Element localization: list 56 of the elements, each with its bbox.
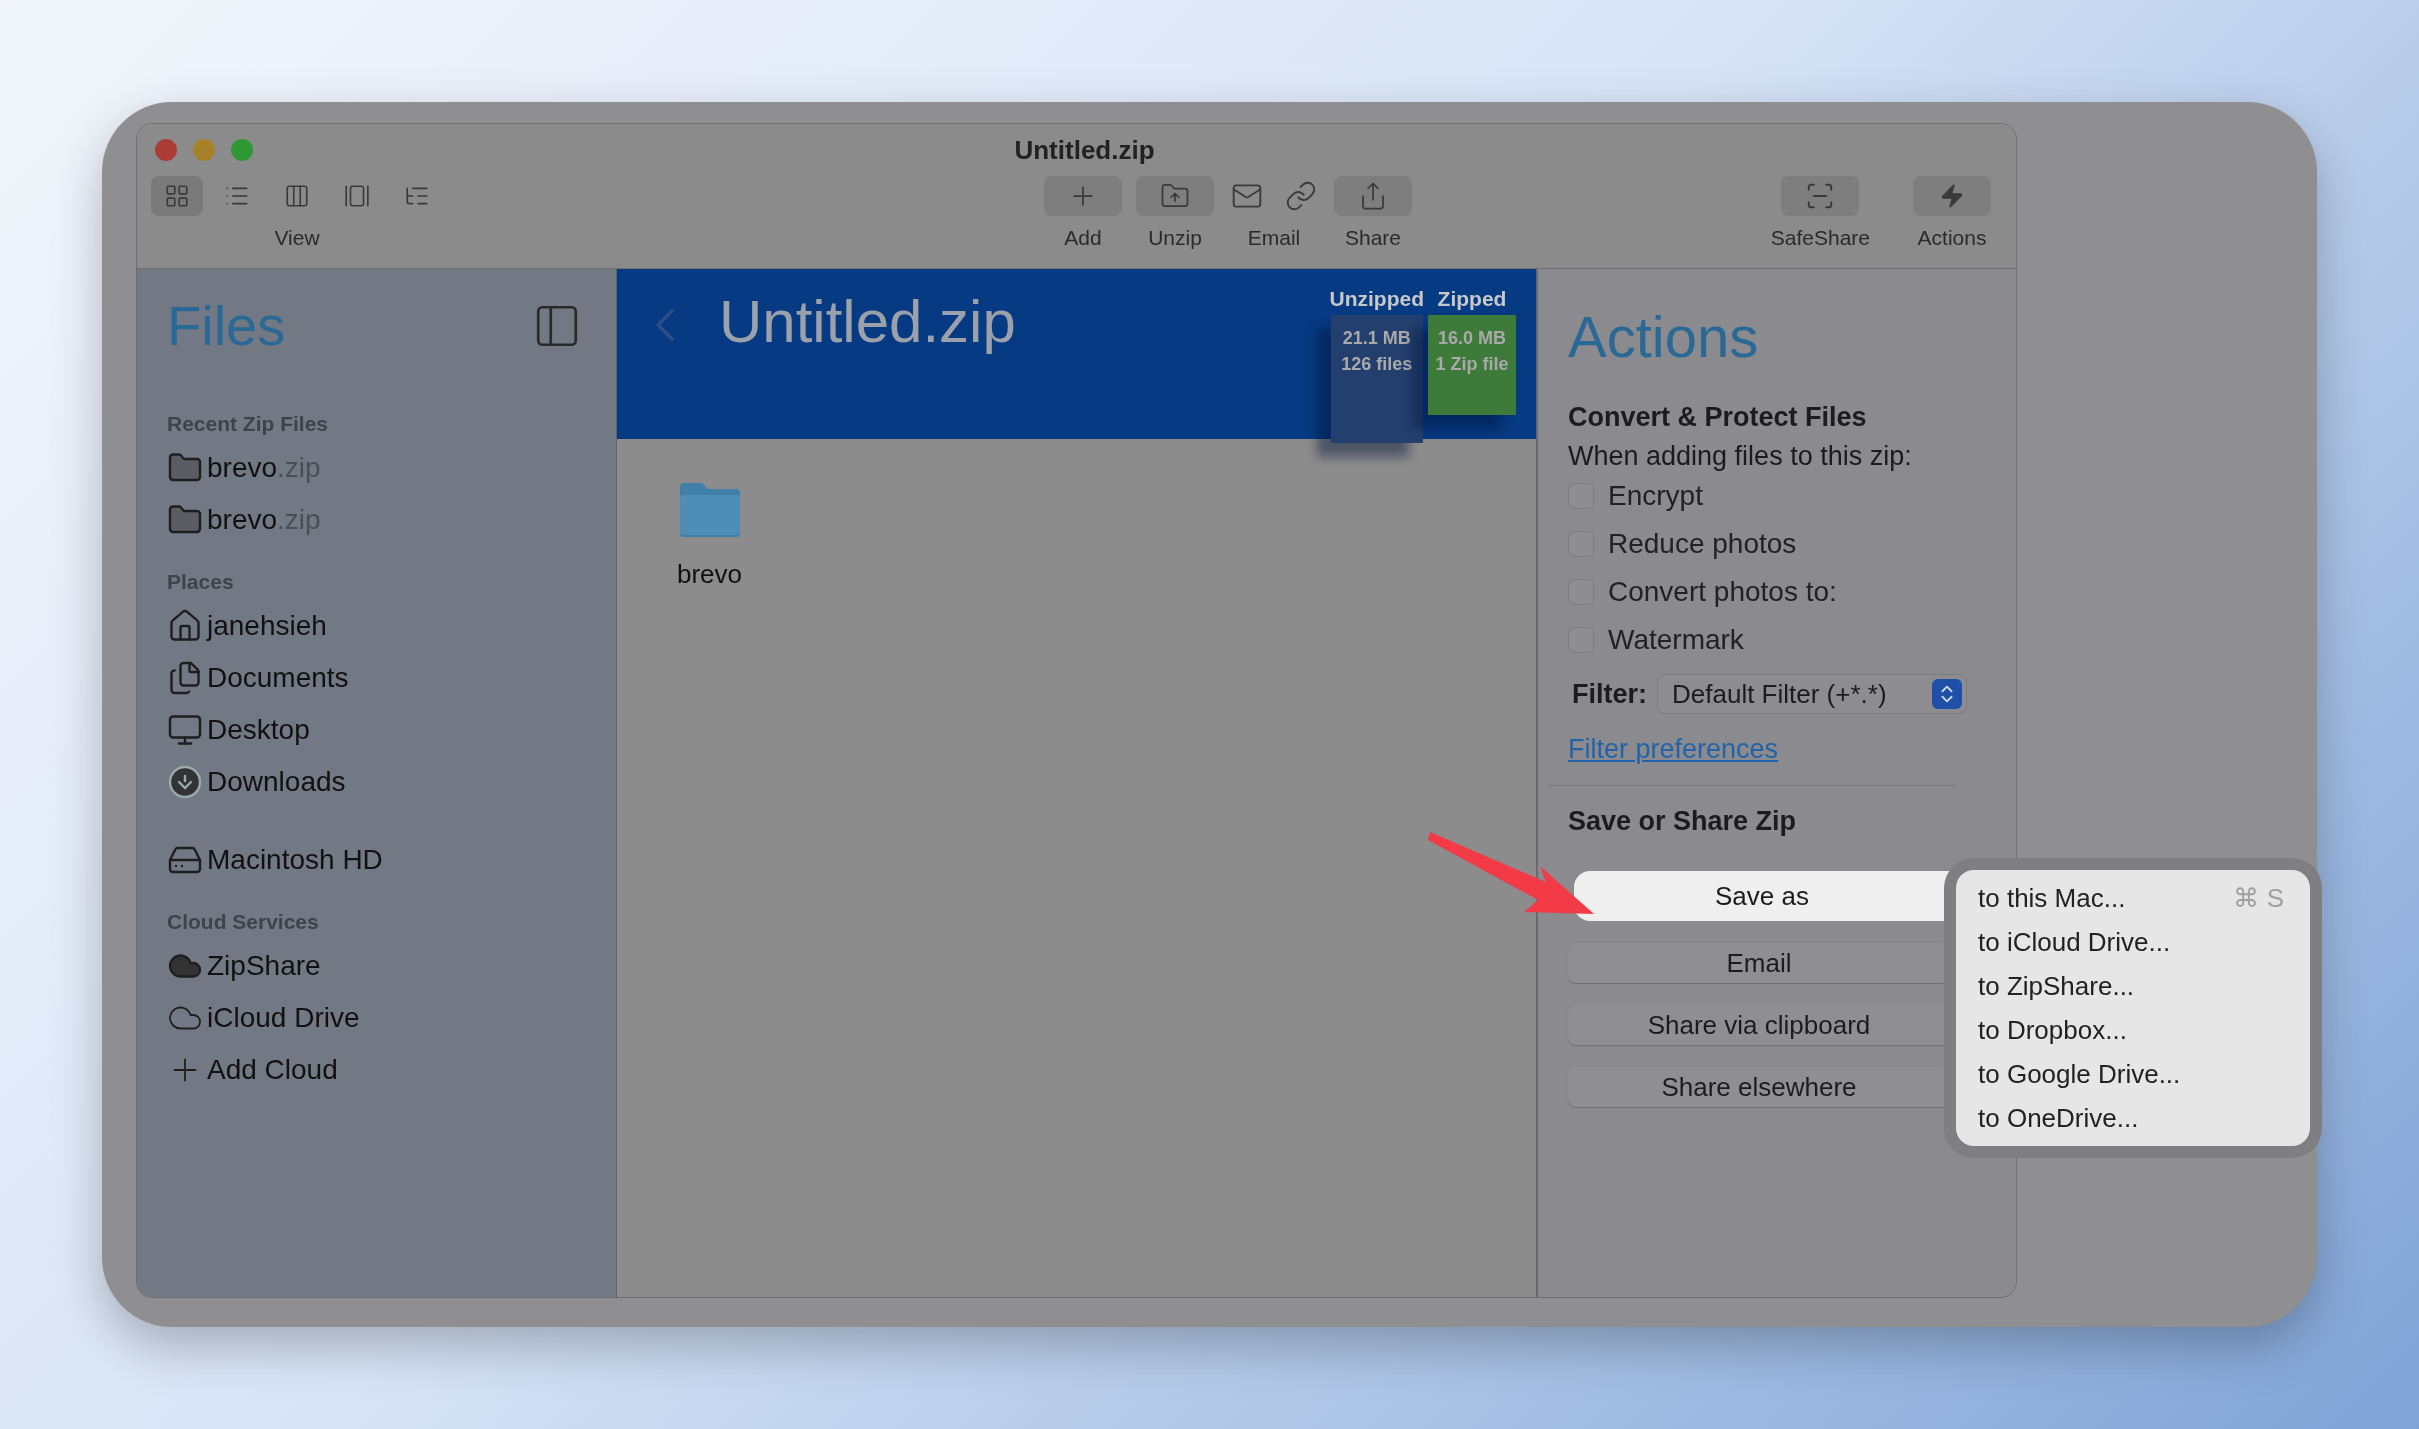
documents-icon <box>167 660 203 696</box>
sidebar-item[interactable]: janehsieh <box>207 610 327 642</box>
close-button[interactable] <box>155 139 177 161</box>
checkbox-label: Convert photos to: <box>1608 576 1837 608</box>
filter-label: Filter: <box>1572 678 1647 710</box>
panel-title: Actions <box>1568 303 1760 370</box>
file-name: brevo <box>677 559 743 590</box>
menu-item[interactable]: to Dropbox... <box>1956 1008 2310 1052</box>
shortcut-hint: ⌘ S <box>2233 882 2284 914</box>
section-heading: Recent Zip Files <box>167 412 330 436</box>
section-heading: Save or Share Zip <box>1568 806 1798 837</box>
stat-size: 21.1 MB <box>1342 327 1411 350</box>
sidebar-item[interactable]: iCloud Drive <box>207 1002 360 1034</box>
section-note: When adding files to this zip: <box>1568 441 1913 472</box>
grid-view-icon <box>164 183 190 209</box>
view-label: View <box>274 226 320 250</box>
link-icon <box>1285 180 1317 212</box>
sidebar-item[interactable]: Add Cloud <box>207 1054 338 1086</box>
sidebar-item[interactable]: ZipShare <box>207 950 321 982</box>
action-button[interactable]: Save as <box>1574 871 1950 921</box>
folder-icon[interactable] <box>677 481 742 537</box>
desktop-icon <box>167 712 203 748</box>
section-heading: Places <box>167 570 235 594</box>
checkbox-label: Watermark <box>1608 624 1744 656</box>
checkbox-label: Reduce photos <box>1608 528 1797 560</box>
sidebar-item[interactable]: Downloads <box>207 766 346 798</box>
stat-size: 16.0 MB <box>1438 327 1506 350</box>
stat-label: Unzipped <box>1329 287 1424 311</box>
toolbar-button[interactable]: Email <box>1225 176 1323 250</box>
minimize-button[interactable] <box>193 139 215 161</box>
archive-title: Untitled.zip <box>719 287 1016 356</box>
sidebar-item[interactable]: Desktop <box>207 714 310 746</box>
sidebar-item[interactable]: Macintosh HD <box>207 844 383 876</box>
stat-count: 126 files <box>1341 353 1413 376</box>
section-heading: Cloud Services <box>167 910 320 934</box>
sidebar-title: Files <box>167 293 286 358</box>
menu-item[interactable]: to OneDrive... <box>1956 1096 2310 1140</box>
menu-item[interactable]: to iCloud Drive... <box>1956 920 2310 964</box>
menu-item[interactable]: to ZipShare... <box>1956 964 2310 1008</box>
checkbox-label: Encrypt <box>1608 480 1703 512</box>
stat-label: Zipped <box>1437 287 1507 311</box>
sidebar-item[interactable]: Documents <box>207 662 349 694</box>
download-icon <box>167 764 203 800</box>
columns-view-icon <box>284 183 310 209</box>
lightning-icon <box>1939 183 1965 209</box>
stat-count: 1 Zip file <box>1435 353 1509 376</box>
toolbar-button[interactable]: SafeShare <box>1770 176 1870 250</box>
window-title: Untitled.zip <box>1014 134 1155 166</box>
view-mode-button[interactable] <box>151 176 203 216</box>
home-icon <box>167 608 203 644</box>
gallery-view-icon <box>344 183 370 209</box>
filter-select[interactable]: Default Filter (+*.*) <box>1657 674 1967 714</box>
section-heading: Convert & Protect Files <box>1568 402 1868 433</box>
menu-item[interactable]: to Google Drive... <box>1956 1052 2310 1096</box>
zoom-button[interactable] <box>231 139 253 161</box>
menu-item[interactable]: to this Mac... ⌘ S <box>1956 876 2310 920</box>
